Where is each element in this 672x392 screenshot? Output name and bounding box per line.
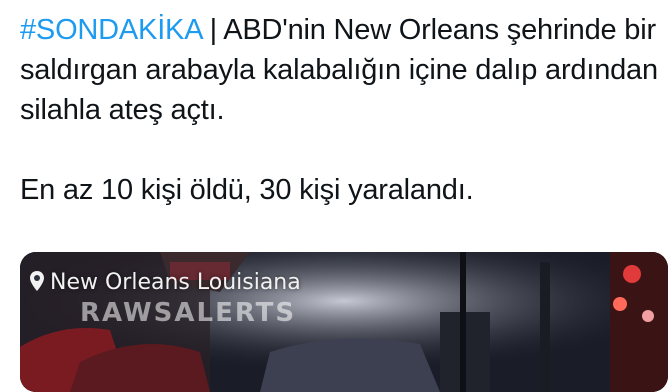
tweet-body-2: En az 10 kişi öldü, 30 kişi yaralandı.	[20, 174, 474, 206]
location-overlay: New Orleans Louisiana	[30, 270, 301, 295]
separator: |	[201, 14, 224, 46]
hashtag-link[interactable]: #SONDAKİKA	[20, 14, 202, 46]
tweet-paragraph-1: #SONDAKİKA | ABD'nin New Orleans şehrind…	[20, 10, 660, 130]
location-label: New Orleans Louisiana	[50, 270, 301, 295]
tweet-video[interactable]: New Orleans Louisiana RAWSALERTS	[20, 252, 668, 392]
location-pin-icon	[30, 271, 44, 291]
watermark: RAWSALERTS	[80, 298, 297, 328]
tweet-text: #SONDAKİKA | ABD'nin New Orleans şehrind…	[20, 10, 660, 210]
tweet: #SONDAKİKA | ABD'nin New Orleans şehrind…	[0, 0, 672, 392]
